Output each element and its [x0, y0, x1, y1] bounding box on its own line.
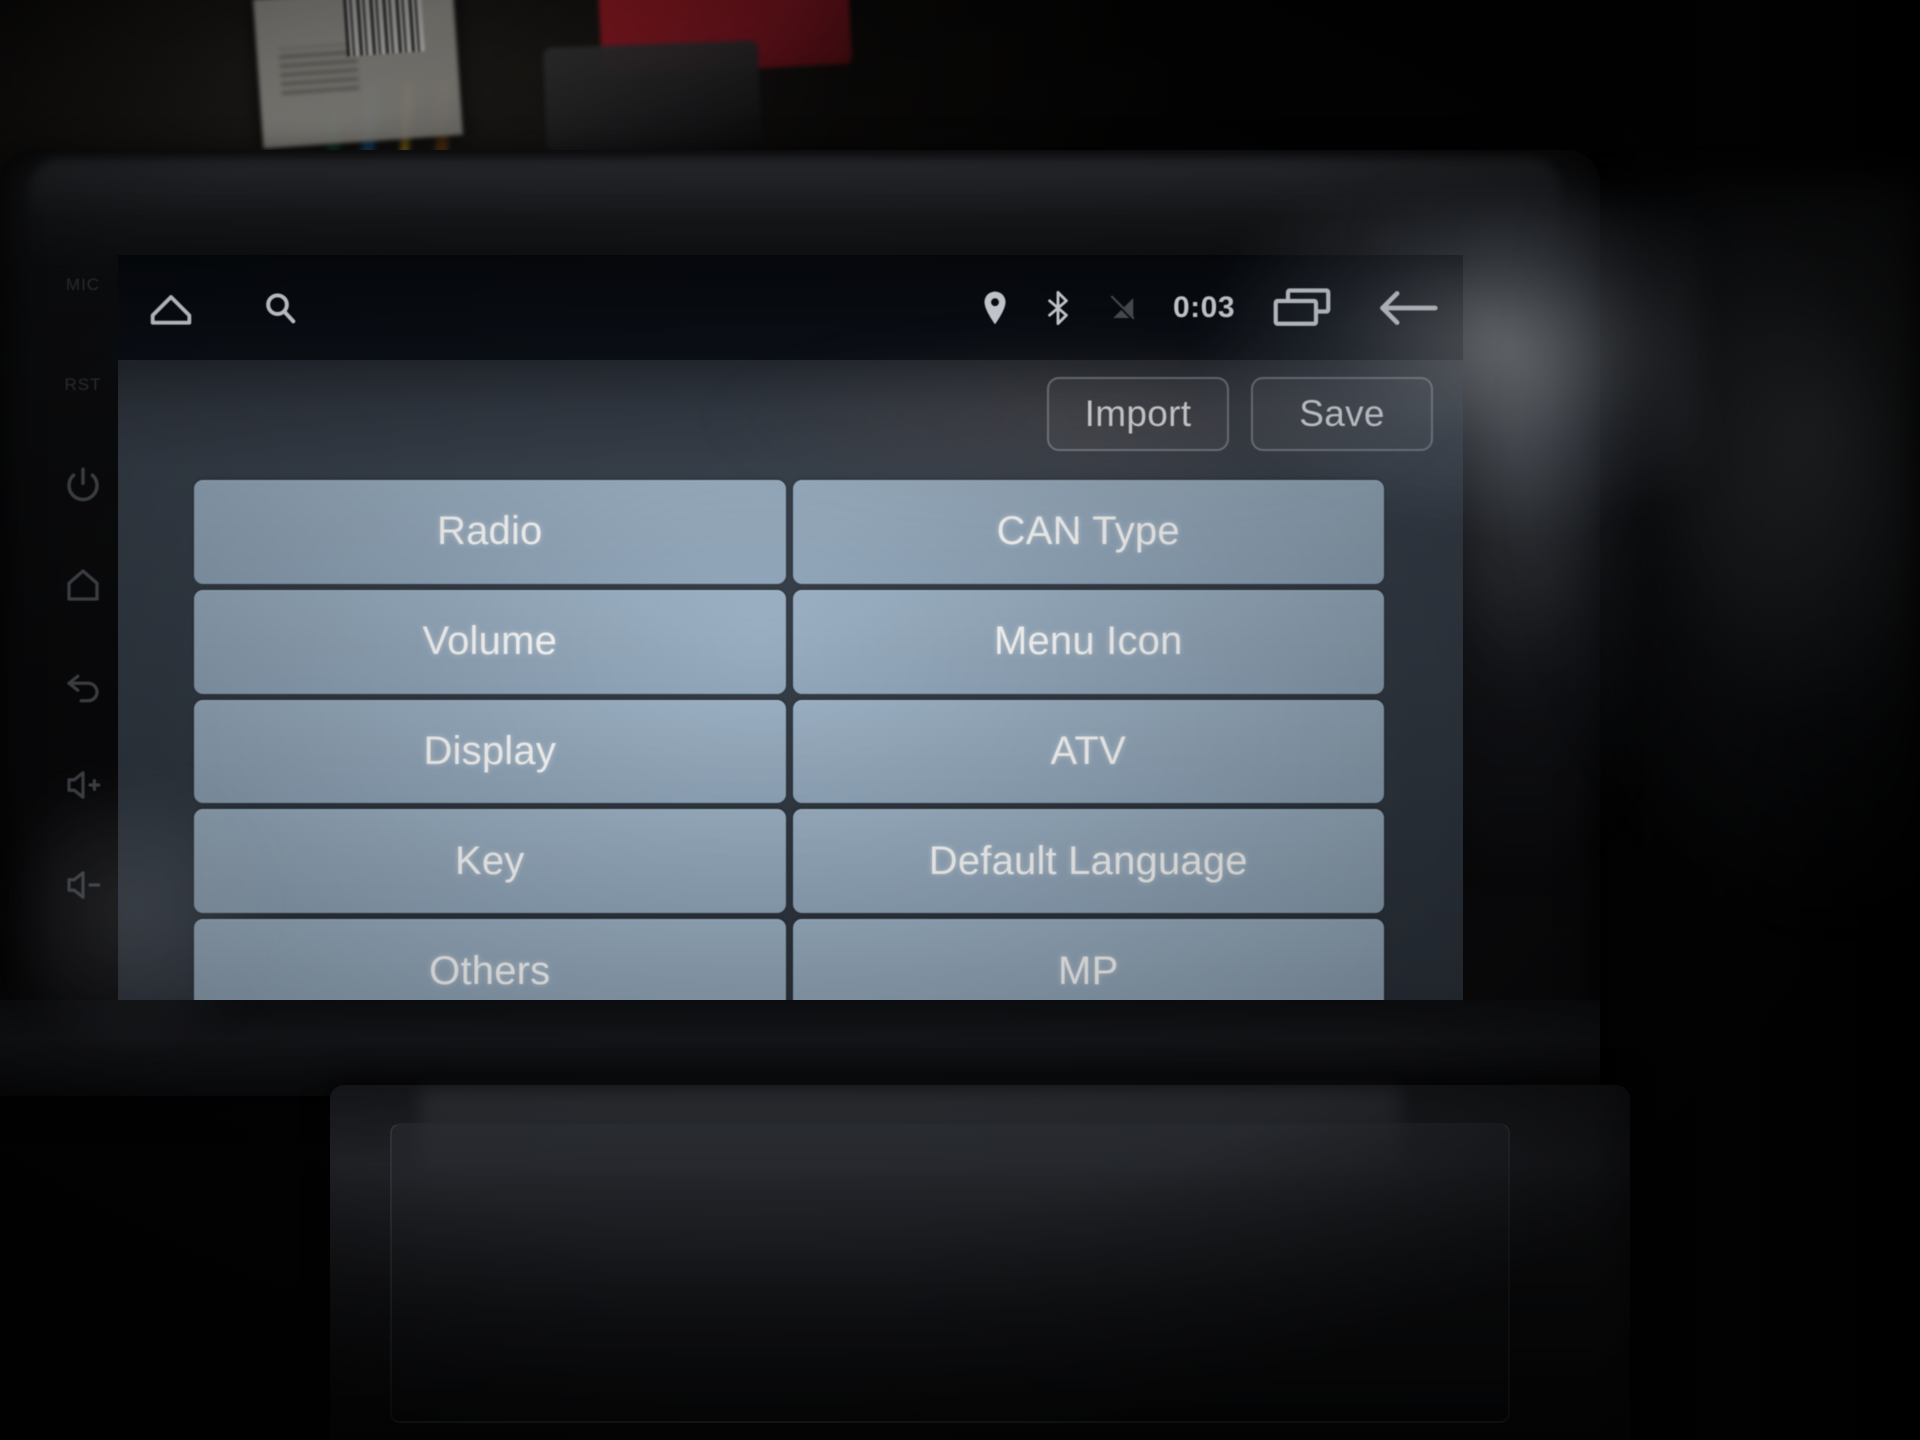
menu-item-volume[interactable]: Volume [194, 589, 786, 694]
status-bar-clock: 0:03 [1172, 290, 1235, 324]
home-icon[interactable] [144, 286, 198, 330]
menu-item-default-language[interactable]: Default Language [792, 809, 1384, 914]
search-icon[interactable] [260, 287, 300, 329]
console-panel [390, 1123, 1510, 1423]
recent-apps-icon[interactable] [1271, 287, 1333, 329]
power-icon [62, 464, 104, 506]
chassis-lower-lip [0, 1000, 1600, 1096]
settings-menu: Radio CAN Type Volume Menu Icon Display … [118, 468, 1463, 1045]
photo-scene: MIC RST 0:03 Import Save Radio CAN Type … [0, 0, 1920, 1440]
menu-item-display[interactable]: Display [194, 699, 786, 804]
head-unit-chassis: MIC RST 0:03 Import Save Radio CAN Type … [0, 150, 1640, 1090]
menu-item-radio[interactable]: Radio [194, 480, 786, 584]
menu-item-menu-icon[interactable]: Menu Icon [792, 589, 1384, 694]
menu-item-atv[interactable]: ATV [792, 699, 1384, 804]
volume-down-icon [62, 864, 104, 906]
touchscreen-display: 0:03 Import Save Radio CAN Type Volume M… [118, 255, 1463, 1045]
status-bar-right: 0:03 [981, 287, 1439, 329]
import-button[interactable]: Import [1047, 377, 1229, 451]
dashboard-console [330, 1085, 1630, 1440]
save-button[interactable]: Save [1251, 377, 1433, 451]
back-arrow-icon[interactable] [1377, 288, 1439, 328]
home-icon [62, 564, 104, 606]
settings-grid: Radio CAN Type Volume Menu Icon Display … [194, 480, 1384, 1023]
menu-item-key[interactable]: Key [194, 809, 786, 914]
bluetooth-icon [1045, 290, 1071, 326]
status-bar: 0:03 [118, 255, 1463, 360]
action-bar: Import Save [118, 360, 1463, 468]
menu-item-can-type[interactable]: CAN Type [792, 480, 1384, 584]
mic-label: MIC [65, 275, 101, 294]
barcode-icon [343, 0, 425, 57]
signal-off-icon [1107, 292, 1137, 324]
volume-up-icon [62, 764, 104, 806]
status-bar-left [144, 286, 300, 330]
reset-label: RST [64, 375, 102, 394]
location-pin-icon [981, 290, 1009, 326]
bezel-gloss [30, 158, 1560, 268]
back-icon [62, 664, 104, 706]
